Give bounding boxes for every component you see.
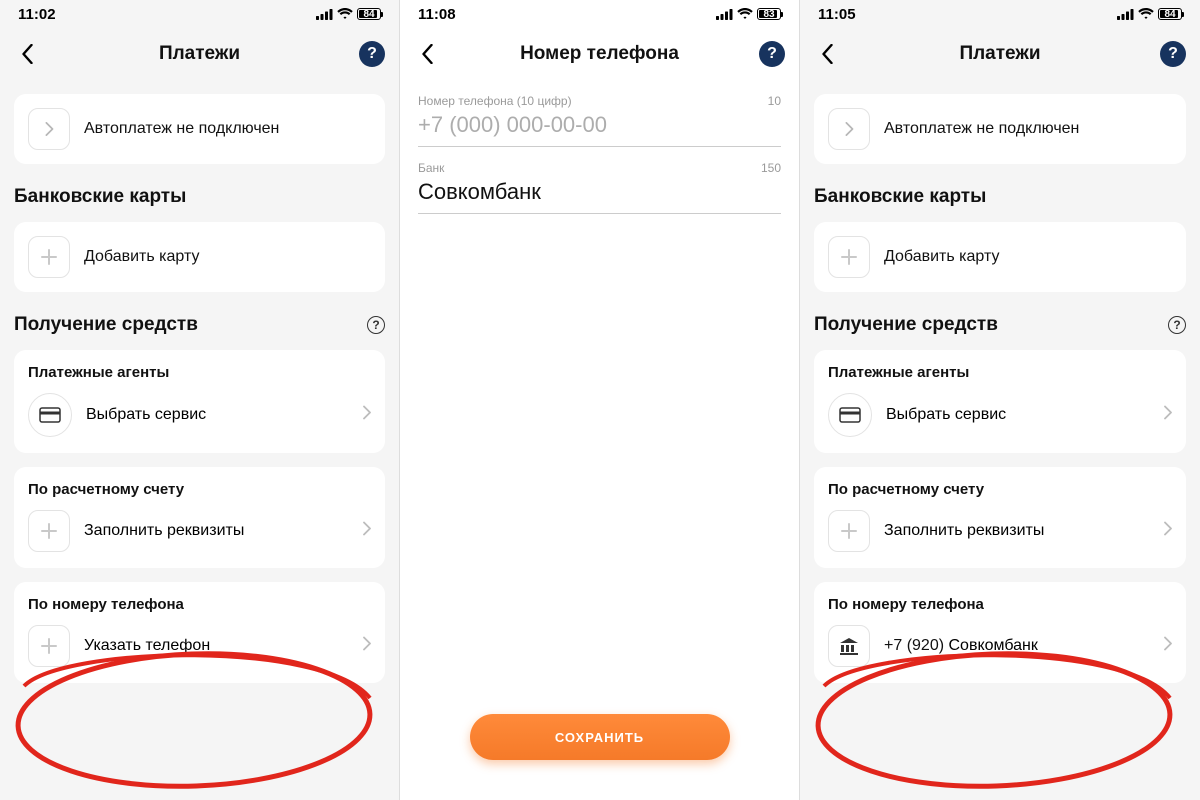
help-button[interactable]: ? [1160,41,1186,67]
autopay-label: Автоплатеж не подключен [84,120,279,138]
battery-icon: 83 [757,8,781,20]
help-button[interactable]: ? [759,41,785,67]
page-title: Платежи [159,43,240,65]
back-button[interactable] [414,41,440,67]
phone-field[interactable]: Номер телефона (10 цифр) 10 +7 (000) 000… [418,94,781,147]
add-card-row[interactable]: Добавить карту [814,222,1186,292]
chevron-right-icon [1164,522,1172,541]
cellular-signal-icon [316,9,333,20]
panel-agents[interactable]: Платежные агенты Выбрать сервис [14,350,385,453]
panel-phone-title: По номеру телефона [28,596,371,613]
chevron-right-icon [828,108,870,150]
phone-field-label: Номер телефона (10 цифр) [418,94,572,108]
wifi-icon [337,8,353,20]
panel-agents-action: Выбрать сервис [886,406,1006,424]
status-time: 11:02 [18,6,56,23]
plus-icon [828,236,870,278]
screen-phone-form: 11:08 83 Номер телефона ? [400,0,800,800]
section-bank-cards: Банковские карты [814,186,1186,208]
plus-icon [28,236,70,278]
panel-account-action: Заполнить реквизиты [884,522,1044,540]
bank-field-value: Совкомбанк [418,179,781,205]
chevron-right-icon [363,522,371,541]
back-button[interactable] [814,41,840,67]
page-title: Номер телефона [520,43,679,65]
panel-phone[interactable]: По номеру телефона Указать телефон [14,582,385,683]
panel-agents-action: Выбрать сервис [86,406,206,424]
panel-account-action: Заполнить реквизиты [84,522,244,540]
section-receive-funds: Получение средств ? [814,314,1186,336]
phone-field-placeholder: +7 (000) 000-00-00 [418,112,781,138]
panel-account-title: По расчетному счету [28,481,371,498]
plus-icon [28,625,70,667]
section-bank-cards: Банковские карты [14,186,385,208]
add-card-label: Добавить карту [884,248,999,266]
info-icon[interactable]: ? [367,316,385,334]
section-receive-funds: Получение средств ? [14,314,385,336]
panel-account-title: По расчетному счету [828,481,1172,498]
chevron-right-icon [363,406,371,425]
nav-bar: Платежи ? [800,28,1200,80]
panel-phone-action: Указать телефон [84,637,210,655]
autopay-label: Автоплатеж не подключен [884,120,1079,138]
chevron-right-icon [28,108,70,150]
info-icon[interactable]: ? [1168,316,1186,334]
battery-icon: 84 [1158,8,1182,20]
phone-field-limit: 10 [768,94,781,108]
wifi-icon [737,8,753,20]
cellular-signal-icon [716,9,733,20]
status-bar: 11:08 83 [400,0,799,28]
wifi-icon [1138,8,1154,20]
status-time: 11:05 [818,6,856,23]
plus-icon [28,510,70,552]
plus-icon [828,510,870,552]
back-button[interactable] [14,41,40,67]
chevron-right-icon [1164,406,1172,425]
panel-agents-title: Платежные агенты [28,364,371,381]
nav-bar: Номер телефона ? [400,28,799,80]
card-icon [28,393,72,437]
panel-phone-value: +7 (920) Совкомбанк [884,637,1038,655]
status-time: 11:08 [418,6,456,23]
autopay-card[interactable]: Автоплатеж не подключен [814,94,1186,164]
autopay-card[interactable]: Автоплатеж не подключен [14,94,385,164]
panel-account[interactable]: По расчетному счету Заполнить реквизиты [814,467,1186,568]
bank-field-label: Банк [418,161,444,175]
card-icon [828,393,872,437]
chevron-right-icon [363,637,371,656]
save-button[interactable]: СОХРАНИТЬ [470,714,730,760]
bank-icon [828,625,870,667]
battery-icon: 84 [357,8,381,20]
chevron-right-icon [1164,637,1172,656]
status-bar: 11:05 84 [800,0,1200,28]
panel-phone-title: По номеру телефона [828,596,1172,613]
status-bar: 11:02 84 [0,0,399,28]
panel-phone[interactable]: По номеру телефона +7 (920) Совкомбанк [814,582,1186,683]
bank-field-limit: 150 [761,161,781,175]
add-card-label: Добавить карту [84,248,199,266]
panel-agents[interactable]: Платежные агенты Выбрать сервис [814,350,1186,453]
help-button[interactable]: ? [359,41,385,67]
page-title: Платежи [959,43,1040,65]
screen-payments-after: 11:05 84 Платежи ? [800,0,1200,800]
panel-account[interactable]: По расчетному счету Заполнить реквизиты [14,467,385,568]
panel-agents-title: Платежные агенты [828,364,1172,381]
bank-field[interactable]: Банк 150 Совкомбанк [418,161,781,214]
nav-bar: Платежи ? [0,28,399,80]
screen-payments-before: 11:02 84 Платежи ? [0,0,400,800]
cellular-signal-icon [1117,9,1134,20]
add-card-row[interactable]: Добавить карту [14,222,385,292]
